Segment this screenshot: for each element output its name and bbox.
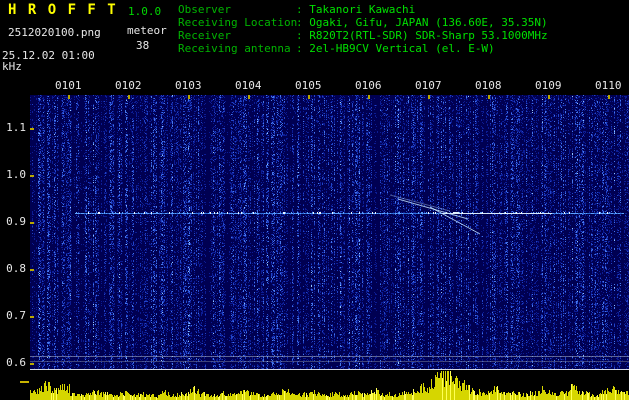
info-row-observer: Observer: Takanori Kawachi <box>178 3 548 16</box>
info-label: Receiver <box>178 29 231 42</box>
y-tick-label: 0.8 <box>6 262 26 275</box>
mode-label: meteor <box>127 24 167 37</box>
info-value: 2el-HB9CV Vertical (el. E-W) <box>309 42 495 55</box>
y-tick-label: 0.7 <box>6 309 26 322</box>
app-version: 1.0.0 <box>128 5 162 18</box>
info-label: Receiving antenna <box>178 42 291 55</box>
x-tick-label: 0102 <box>115 79 142 92</box>
x-tick-label: 0105 <box>295 79 322 92</box>
spectrogram-canvas <box>30 95 629 370</box>
info-row-location: Receiving Location: Ogaki, Gifu, JAPAN (… <box>178 16 548 29</box>
x-tick-label: 0104 <box>235 79 262 92</box>
info-value: Ogaki, Gifu, JAPAN (136.60E, 35.35N) <box>309 16 548 29</box>
amplitude-canvas <box>30 371 629 400</box>
info-separator: : <box>296 29 310 42</box>
x-tick-label: 0109 <box>535 79 562 92</box>
info-label: Observer <box>178 3 231 16</box>
info-row-antenna: Receiving antenna: 2el-HB9CV Vertical (e… <box>178 42 548 55</box>
info-separator: : <box>296 3 310 16</box>
x-tick-label: 0103 <box>175 79 202 92</box>
x-tick-label: 0106 <box>355 79 382 92</box>
info-separator: : <box>296 16 310 29</box>
x-tick-label: 0110 <box>595 79 622 92</box>
y-axis-unit: kHz <box>2 60 22 73</box>
x-tick-label: 0101 <box>55 79 82 92</box>
y-tick-label: 0.9 <box>6 215 26 228</box>
y-tick-label: 1.0 <box>6 168 26 181</box>
observation-info: Observer: Takanori Kawachi Receiving Loc… <box>178 3 548 55</box>
x-tick-label: 0108 <box>475 79 502 92</box>
amplitude-scale-tick <box>20 381 29 383</box>
y-tick-label: 1.1 <box>6 121 26 134</box>
info-label: Receiving Location <box>178 16 298 29</box>
info-separator: : <box>296 42 310 55</box>
info-value: Takanori Kawachi <box>309 3 416 16</box>
meteor-count: 38 <box>136 39 150 52</box>
info-row-receiver: Receiver: R820T2(RTL-SDR) SDR-Sharp 53.1… <box>178 29 548 42</box>
app-title: H R O F F T <box>8 2 118 18</box>
info-value: R820T2(RTL-SDR) SDR-Sharp 53.1000MHz <box>309 29 548 42</box>
x-tick-label: 0107 <box>415 79 442 92</box>
y-tick-label: 0.6 <box>6 356 26 369</box>
output-filename: 2512020100.png <box>8 26 101 39</box>
